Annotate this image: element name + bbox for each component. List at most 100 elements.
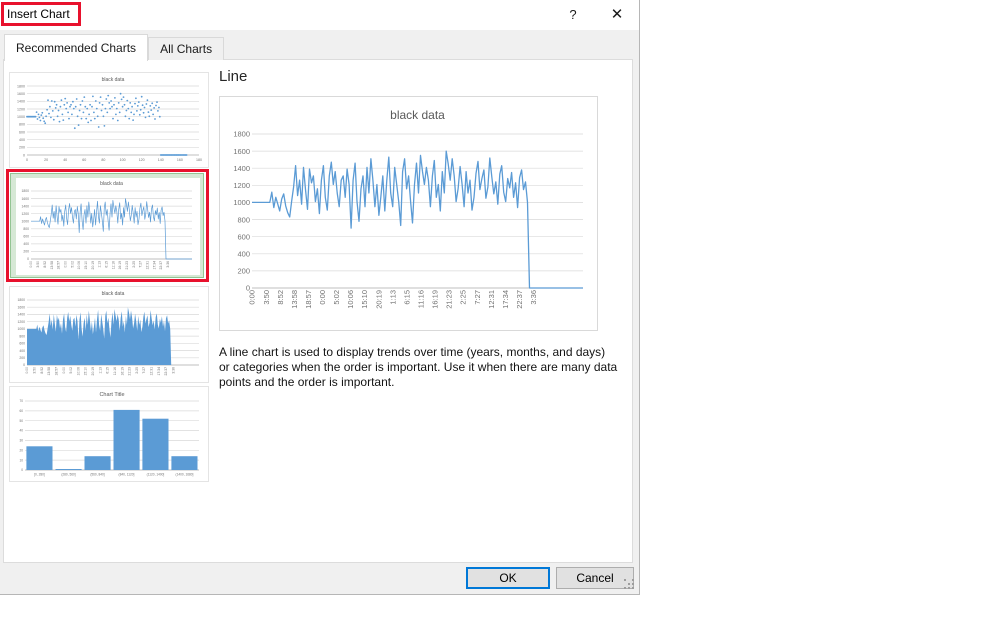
area-chart: 020040060080010001200140016001800black d…: [11, 288, 207, 381]
scatter-chart: 020040060080010001200140016001800black d…: [11, 74, 207, 166]
svg-text:20: 20: [19, 448, 23, 452]
svg-text:10:06: 10:06: [76, 367, 80, 376]
svg-text:800: 800: [23, 227, 29, 231]
svg-text:3:36: 3:36: [171, 367, 175, 374]
svg-text:11:16: 11:16: [417, 290, 426, 308]
svg-text:140: 140: [158, 158, 164, 162]
svg-text:1200: 1200: [17, 107, 25, 111]
svg-text:2:25: 2:25: [459, 290, 468, 305]
svg-text:11:16: 11:16: [111, 261, 115, 269]
svg-text:15:10: 15:10: [84, 261, 88, 270]
svg-text:1800: 1800: [17, 298, 25, 302]
svg-text:0: 0: [23, 363, 25, 367]
svg-text:200: 200: [23, 250, 29, 254]
svg-text:0:00: 0:00: [29, 261, 33, 268]
svg-text:1:13: 1:13: [388, 290, 397, 305]
svg-text:12:31: 12:31: [487, 290, 496, 309]
svg-text:13:58: 13:58: [290, 290, 299, 309]
svg-text:22:37: 22:37: [515, 290, 524, 309]
thumbnail-scatter-chart[interactable]: 020040060080010001200140016001800black d…: [9, 72, 209, 168]
thumbnail-line-chart-selected[interactable]: 020040060080010001200140016001800black d…: [10, 173, 204, 278]
thumbnail-area-chart[interactable]: 020040060080010001200140016001800black d…: [9, 286, 209, 383]
svg-text:200: 200: [19, 356, 25, 360]
svg-text:3:36: 3:36: [166, 261, 170, 268]
svg-text:11:16: 11:16: [113, 367, 117, 375]
svg-text:16:19: 16:19: [431, 290, 440, 309]
svg-text:1800: 1800: [17, 84, 25, 88]
svg-text:17:34: 17:34: [157, 367, 161, 376]
svg-text:40: 40: [63, 158, 67, 162]
svg-text:7:27: 7:27: [139, 261, 143, 268]
svg-text:0:00: 0:00: [25, 367, 29, 374]
svg-text:0: 0: [26, 158, 28, 162]
svg-text:0: 0: [27, 257, 29, 261]
svg-text:1200: 1200: [21, 212, 29, 216]
resize-grip-icon[interactable]: [624, 579, 638, 593]
svg-text:3:50: 3:50: [36, 261, 40, 268]
svg-text:15:10: 15:10: [360, 290, 369, 309]
svg-text:7:27: 7:27: [142, 367, 146, 374]
cancel-button[interactable]: Cancel: [556, 567, 634, 589]
svg-text:1000: 1000: [233, 198, 250, 207]
svg-text:0:00: 0:00: [248, 290, 257, 305]
svg-text:180: 180: [196, 158, 202, 162]
svg-text:17:34: 17:34: [152, 261, 156, 270]
svg-text:400: 400: [237, 250, 250, 259]
svg-text:16:19: 16:19: [118, 261, 122, 270]
svg-text:10: 10: [19, 458, 23, 462]
svg-text:6:15: 6:15: [105, 261, 109, 268]
dialog-titlebar: Insert Chart ? ✕: [0, 0, 639, 30]
svg-text:18:57: 18:57: [55, 367, 59, 376]
svg-text:200: 200: [237, 267, 250, 276]
svg-text:(1400, 1680]: (1400, 1680]: [176, 473, 194, 477]
svg-text:2:25: 2:25: [135, 367, 139, 374]
svg-text:1200: 1200: [17, 320, 25, 324]
svg-text:600: 600: [19, 130, 25, 134]
svg-text:1000: 1000: [17, 115, 25, 119]
svg-text:3:36: 3:36: [529, 290, 538, 305]
svg-text:1400: 1400: [17, 313, 25, 317]
svg-text:black data: black data: [102, 291, 125, 297]
dialog-title: Insert Chart: [7, 7, 70, 21]
svg-text:13:58: 13:58: [50, 261, 54, 270]
svg-text:1600: 1600: [17, 305, 25, 309]
svg-text:20:19: 20:19: [91, 261, 95, 270]
line-chart-preview: 020040060080010001200140016001800black d…: [220, 97, 597, 330]
help-icon[interactable]: ?: [560, 5, 586, 25]
svg-text:[0, 280]: [0, 280]: [34, 473, 45, 477]
svg-text:17:34: 17:34: [501, 290, 510, 309]
chart-description: A line chart is used to display trends o…: [219, 345, 619, 390]
svg-text:12:31: 12:31: [146, 261, 150, 270]
close-icon[interactable]: ✕: [602, 4, 632, 26]
svg-text:22:37: 22:37: [159, 261, 163, 270]
svg-text:1400: 1400: [21, 204, 29, 208]
ok-button[interactable]: OK: [466, 567, 550, 589]
svg-text:black data: black data: [100, 181, 123, 187]
svg-text:60: 60: [19, 409, 23, 413]
svg-text:5:02: 5:02: [70, 261, 74, 268]
svg-text:6:15: 6:15: [106, 367, 110, 374]
svg-text:1400: 1400: [233, 164, 250, 173]
svg-text:2:25: 2:25: [132, 261, 136, 268]
svg-text:10:06: 10:06: [77, 261, 81, 270]
svg-text:1600: 1600: [21, 197, 29, 201]
svg-text:3:50: 3:50: [33, 367, 37, 374]
svg-text:1200: 1200: [233, 181, 250, 190]
svg-text:22:37: 22:37: [164, 367, 168, 376]
svg-text:800: 800: [19, 334, 25, 338]
svg-text:7:27: 7:27: [473, 290, 482, 305]
svg-text:21:23: 21:23: [128, 367, 132, 376]
svg-text:12:31: 12:31: [150, 367, 154, 376]
tab-recommended-charts[interactable]: Recommended Charts: [4, 34, 148, 61]
svg-text:10:06: 10:06: [346, 290, 355, 309]
tab-all-charts[interactable]: All Charts: [148, 37, 224, 60]
svg-text:21:23: 21:23: [445, 290, 454, 309]
svg-text:20:19: 20:19: [374, 290, 383, 309]
svg-text:(840, 1120]: (840, 1120]: [119, 473, 135, 477]
svg-text:0:00: 0:00: [63, 261, 67, 268]
svg-text:18:57: 18:57: [57, 261, 61, 270]
svg-text:50: 50: [19, 419, 23, 423]
thumbnail-histogram-chart[interactable]: 010203040506070Chart Title[0, 280](280, …: [9, 386, 209, 482]
svg-text:8:52: 8:52: [43, 261, 47, 268]
svg-text:160: 160: [177, 158, 183, 162]
